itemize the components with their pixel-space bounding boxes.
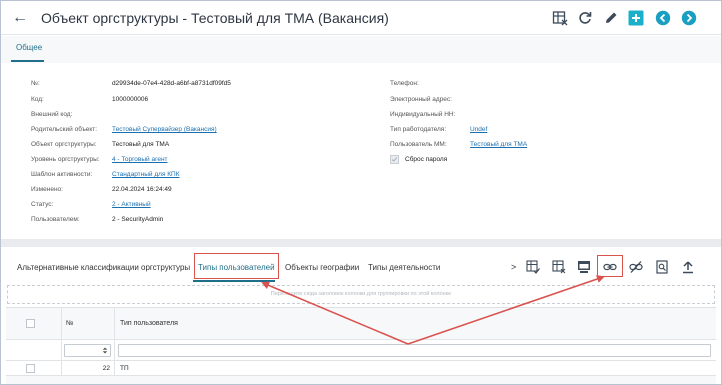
header-select-cell [6,308,62,340]
user-types-grid: № Тип пользователя 22 ТП [6,307,716,384]
filter-user-type-input[interactable] [118,344,711,357]
next-record-icon[interactable] [681,10,697,26]
column-header-number: № [66,320,74,327]
top-tabs: Общее [1,36,721,63]
reset-password-checkbox[interactable] [390,155,399,164]
select-all-checkbox[interactable] [26,319,35,328]
window: ← Объект оргструктуры - Тестовый для ТМА… [0,0,722,385]
field-value-number: d29934de-07e4-428d-a6bf-a8731df09fd5 [112,80,231,87]
details-form: №: d29934de-07e4-428d-a6bf-a8731df09fd5 … [1,64,721,239]
grid-filter-row [6,340,716,361]
field-label-modified: Изменено: [31,186,63,193]
tab-alt-classifications[interactable]: Альтернативные классификации оргструктур… [17,263,190,272]
row-user-type-cell: ТП [115,361,716,376]
header-cell-number[interactable]: № [62,308,115,340]
field-label-modified-by: Пользователем: [31,216,80,223]
row-select-cell [6,361,62,376]
edit-pencil-icon[interactable] [603,10,619,26]
group-by-dropzone[interactable]: Перетащите сюда заголовок колонки для гр… [7,285,715,304]
tab-geography-objects[interactable]: Объекты географии [285,263,359,272]
field-value-modified-by: 2 - SecurityAdmin [112,216,164,223]
row-number: 22 [102,365,110,372]
tab-active-indicator [11,60,44,62]
tab-active-indicator [193,280,275,282]
filter-user-type-cell [115,340,716,361]
row-number-cell: 22 [62,361,115,376]
reset-password-label: Сброс пароля [405,156,448,163]
field-label-code: Код: [31,96,44,103]
columns-settings-icon[interactable] [552,10,568,26]
field-link-activity-template[interactable]: Стандартный для КПК [112,171,180,178]
field-link-org-level[interactable]: 4 - Торговый агент [112,156,168,163]
column-header-user-type: Тип пользователя [120,320,178,327]
filter-number-input[interactable] [64,344,111,357]
select-column-icon[interactable] [526,260,540,274]
row-user-type: ТП [120,365,129,372]
header-bar: ← Объект оргструктуры - Тестовый для ТМА… [1,1,721,35]
field-value-code: 1000000006 [112,96,149,103]
field-link-status[interactable]: 2 - Активный [112,201,151,208]
columns-settings-icon[interactable] [552,260,566,274]
back-arrow-icon[interactable]: ← [12,8,28,28]
page-title: Объект оргструктуры - Тестовый для ТМА (… [41,10,389,26]
refresh-icon[interactable] [577,10,593,26]
tab-general[interactable]: Общее [16,43,42,52]
field-label-status: Статус: [31,201,54,208]
annotation-highlight-tab [194,253,279,279]
field-link-mm-user[interactable]: Тестовый для ТМА [470,141,527,148]
field-label-mm-user: Пользователь ММ: [390,141,447,148]
prev-record-icon[interactable] [655,10,671,26]
preview-document-icon[interactable] [655,260,669,274]
field-link-employer-type[interactable]: Undef [470,126,487,133]
filter-select-cell [6,340,62,361]
tabs-more-chevron-icon[interactable]: > [511,262,516,272]
table-export-icon[interactable] [577,260,591,274]
table-row[interactable]: 22 ТП [6,361,716,376]
field-value-org-object: Тестовый для ТМА [112,141,170,148]
field-label-phone: Телефон: [390,80,419,87]
grid-footer [6,376,716,384]
spinner-icon [102,347,108,354]
field-label-parent-object: Родительский объект: [31,126,98,133]
field-label-employer-type: Тип работодателя: [390,126,447,133]
header-cell-user-type[interactable]: Тип пользователя [115,308,716,340]
field-label-org-object: Объект оргструктуры: [31,141,97,148]
field-value-modified: 22.04.2024 16:24:49 [112,186,172,193]
grid-header-row: № Тип пользователя [6,308,716,340]
field-label-individual-nn: Индивидуальный НН: [390,111,456,118]
field-label-external-code: Внешний код: [31,111,73,118]
field-label-email: Электронный адрес: [390,96,452,103]
upload-icon[interactable] [681,260,695,274]
tab-activity-types[interactable]: Типы деятельности [368,263,440,272]
field-link-parent-object[interactable]: Тестовый Супервайзер (Вакансия) [112,126,217,133]
field-label-activity-template: Шаблон активности: [31,171,93,178]
annotation-highlight-link-button [597,255,623,277]
add-plus-icon[interactable] [628,10,644,26]
row-checkbox[interactable] [26,364,35,373]
field-label-org-level: Уровень оргструктуры: [31,156,100,163]
filter-number-cell [62,340,115,361]
field-label-number: №: [31,80,40,87]
section-divider [1,239,721,247]
group-by-hint: Перетащите сюда заголовок колонки для гр… [270,291,452,297]
unlink-icon[interactable] [629,260,643,274]
